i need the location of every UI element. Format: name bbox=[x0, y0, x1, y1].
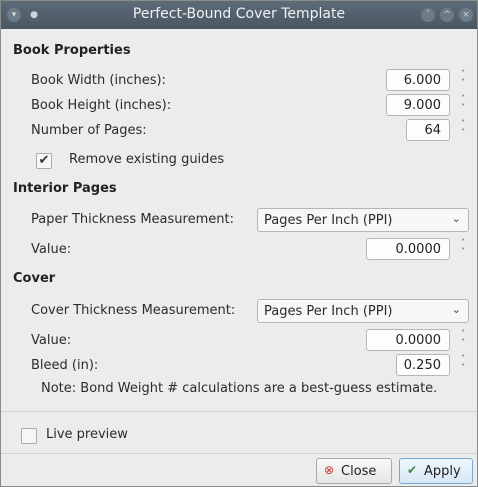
window-title: Perfect-Bound Cover Template bbox=[132, 6, 346, 22]
book-width-stepper[interactable]: ˄ ˅ bbox=[456, 69, 470, 91]
live-preview-label[interactable]: Live preview bbox=[46, 427, 128, 442]
spin-up-icon[interactable]: ˄ bbox=[456, 119, 470, 128]
apply-button[interactable]: ✔ Apply bbox=[399, 458, 473, 484]
interior-value: 0.0000 bbox=[395, 242, 442, 257]
cover-thickness-label: Cover Thickness Measurement: bbox=[31, 303, 236, 318]
spin-down-icon[interactable]: ˅ bbox=[456, 363, 470, 372]
book-height-value: 9.000 bbox=[403, 98, 441, 113]
interior-value-stepper[interactable]: ˄ ˅ bbox=[456, 238, 470, 260]
divider bbox=[1, 411, 477, 412]
number-of-pages-value: 64 bbox=[424, 123, 441, 138]
spin-down-icon[interactable]: ˅ bbox=[456, 247, 470, 256]
number-of-pages-spinbox[interactable]: 64 bbox=[406, 119, 450, 141]
cover-thickness-select[interactable]: Pages Per Inch (PPI) ⌄ bbox=[257, 299, 469, 323]
minimize-icon[interactable]: ˇ bbox=[421, 8, 435, 22]
chevron-down-icon: ⌄ bbox=[451, 303, 461, 316]
close-button-label: Close bbox=[341, 464, 377, 479]
close-button[interactable]: ⊗ Close bbox=[316, 458, 392, 484]
cover-value-stepper[interactable]: ˄ ˅ bbox=[456, 329, 470, 351]
book-height-label: Book Height (inches): bbox=[31, 98, 172, 113]
section-interior-pages: Interior Pages bbox=[13, 181, 117, 196]
dialog-window: ▾ ● Perfect-Bound Cover Template ˇ ^ × B… bbox=[0, 0, 478, 487]
book-width-spinbox[interactable]: 6.000 bbox=[386, 69, 450, 91]
book-height-spinbox[interactable]: 9.000 bbox=[386, 94, 450, 116]
bleed-value: 0.250 bbox=[403, 358, 441, 373]
apply-button-label: Apply bbox=[424, 464, 461, 479]
spin-up-icon[interactable]: ˄ bbox=[456, 329, 470, 338]
interior-value-spinbox[interactable]: 0.0000 bbox=[366, 238, 450, 260]
book-height-stepper[interactable]: ˄ ˅ bbox=[456, 94, 470, 116]
paper-thickness-select[interactable]: Pages Per Inch (PPI) ⌄ bbox=[257, 208, 469, 232]
title-bar[interactable]: ▾ ● Perfect-Bound Cover Template ˇ ^ × bbox=[1, 1, 477, 29]
spin-down-icon[interactable]: ˅ bbox=[456, 103, 470, 112]
spin-up-icon[interactable]: ˄ bbox=[456, 94, 470, 103]
cover-value-spinbox[interactable]: 0.0000 bbox=[366, 329, 450, 351]
paper-thickness-label: Paper Thickness Measurement: bbox=[31, 212, 234, 227]
book-width-label: Book Width (inches): bbox=[31, 73, 166, 88]
divider bbox=[1, 453, 477, 454]
spin-down-icon[interactable]: ˅ bbox=[456, 78, 470, 87]
close-window-icon[interactable]: × bbox=[459, 8, 473, 22]
remove-guides-checkbox[interactable]: ✔ bbox=[36, 153, 52, 169]
cover-value: 0.0000 bbox=[395, 333, 442, 348]
close-circle-icon: ⊗ bbox=[324, 463, 335, 477]
maximize-icon[interactable]: ^ bbox=[440, 8, 454, 22]
spin-up-icon[interactable]: ˄ bbox=[456, 238, 470, 247]
chevron-down-icon: ⌄ bbox=[451, 212, 461, 225]
paper-thickness-selected: Pages Per Inch (PPI) bbox=[264, 213, 393, 228]
number-of-pages-label: Number of Pages: bbox=[31, 123, 147, 138]
book-width-value: 6.000 bbox=[403, 73, 441, 88]
interior-value-label: Value: bbox=[31, 242, 72, 257]
spin-up-icon[interactable]: ˄ bbox=[456, 354, 470, 363]
number-of-pages-stepper[interactable]: ˄ ˅ bbox=[456, 119, 470, 141]
remove-guides-label[interactable]: Remove existing guides bbox=[69, 152, 224, 167]
live-preview-checkbox[interactable] bbox=[21, 428, 37, 444]
bond-weight-note: Note: Bond Weight # calculations are a b… bbox=[41, 381, 438, 396]
cover-thickness-selected: Pages Per Inch (PPI) bbox=[264, 304, 393, 319]
bleed-stepper[interactable]: ˄ ˅ bbox=[456, 354, 470, 376]
spin-up-icon[interactable]: ˄ bbox=[456, 69, 470, 78]
bleed-spinbox[interactable]: 0.250 bbox=[396, 354, 450, 376]
cover-value-label: Value: bbox=[31, 333, 72, 348]
spin-down-icon[interactable]: ˅ bbox=[456, 128, 470, 137]
check-icon: ✔ bbox=[407, 463, 418, 477]
section-book-properties: Book Properties bbox=[13, 43, 131, 58]
spin-down-icon[interactable]: ˅ bbox=[456, 338, 470, 347]
bleed-label: Bleed (in): bbox=[31, 358, 99, 373]
section-cover: Cover bbox=[13, 271, 56, 286]
